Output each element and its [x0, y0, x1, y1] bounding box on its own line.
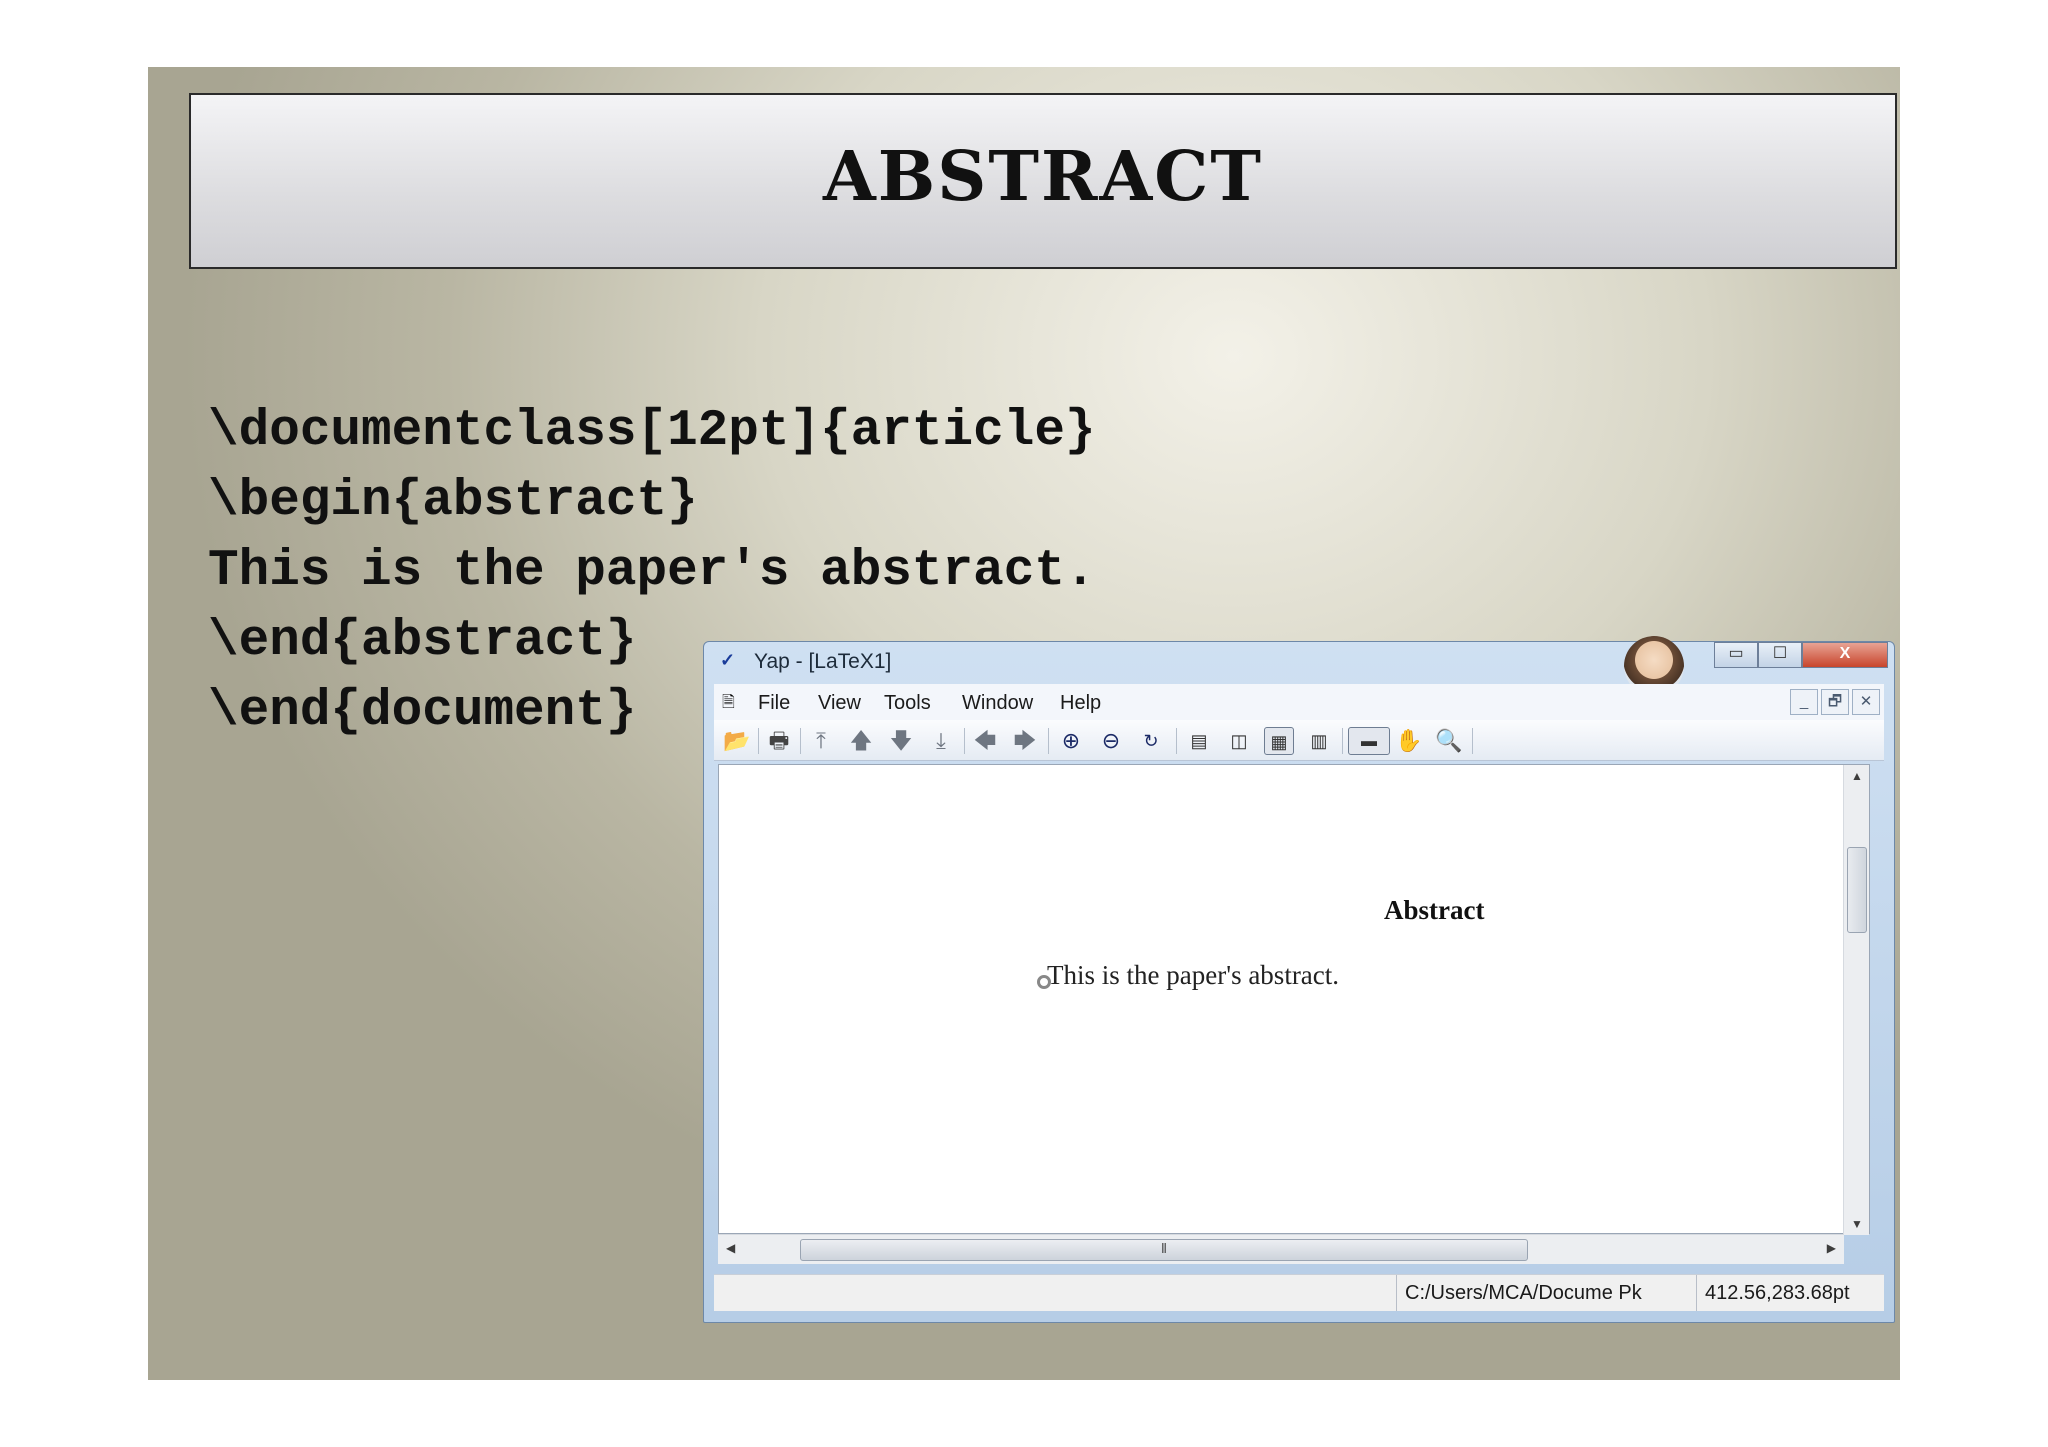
single-page-icon[interactable]: ▤ — [1184, 727, 1214, 755]
mdi-restore-button[interactable]: 🗗 — [1821, 689, 1849, 715]
previous-page-icon[interactable]: 🡅 — [846, 727, 876, 755]
magnifier-icon[interactable]: 🔍 — [1434, 727, 1464, 755]
scroll-left-arrow-icon[interactable]: ◀ — [726, 1241, 735, 1255]
toolbar-separator — [1342, 728, 1343, 754]
horizontal-scroll-thumb[interactable]: ⦀ — [800, 1239, 1528, 1261]
document-heading: Abstract — [1384, 895, 1485, 925]
status-path: C:/Users/MCA/Docume Pk — [1396, 1275, 1692, 1311]
scroll-up-arrow-icon[interactable]: ▲ — [1844, 769, 1870, 783]
window-controls: ▭ ☐ X — [1714, 642, 1888, 668]
open-folder-icon[interactable]: 📂 — [722, 727, 752, 755]
status-bar: C:/Users/MCA/Docume Pk 412.56,283.68pt — [714, 1274, 1884, 1311]
refresh-icon[interactable]: ↻ — [1136, 727, 1166, 755]
toolbar: 📂 🖶 ⤒ 🡅 🡇 ⤓ 🡄 🡆 ⊕ ⊖ ↻ ▤ ◫ ▦ ▥ ▬ ✋ 🔍 — [714, 720, 1884, 761]
window-title: Yap - [LaTeX1] — [754, 650, 892, 673]
double-page-icon[interactable]: ◫ — [1224, 727, 1254, 755]
minimize-button[interactable]: ▭ — [1714, 642, 1758, 668]
toolbar-separator — [800, 728, 801, 754]
menu-file[interactable]: File — [758, 692, 790, 715]
close-button[interactable]: X — [1802, 642, 1888, 668]
menu-help[interactable]: Help — [1060, 692, 1101, 715]
zoom-in-icon[interactable]: ⊕ — [1056, 727, 1086, 755]
title-bar[interactable]: ✓ Yap - [LaTeX1] ▭ ☐ X — [704, 636, 1894, 696]
ruler-icon[interactable]: ▬ — [1348, 727, 1390, 755]
document-body-text: This is the paper's abstract. — [1047, 960, 1340, 990]
toolbar-separator — [1472, 728, 1473, 754]
zoom-out-icon[interactable]: ⊖ — [1096, 727, 1126, 755]
yap-app-icon[interactable]: ✓ — [720, 650, 744, 672]
toolbar-separator — [964, 728, 965, 754]
mdi-controls: _ 🗗 ✕ — [1790, 689, 1880, 715]
back-icon[interactable]: 🡄 — [970, 727, 1000, 755]
forward-icon[interactable]: 🡆 — [1010, 727, 1040, 755]
status-coordinates: 412.56,283.68pt — [1696, 1275, 1864, 1311]
menu-bar: 🗎 File View Tools Window Help _ 🗗 ✕ — [714, 684, 1884, 721]
maximize-button[interactable]: ☐ — [1758, 642, 1802, 668]
hand-icon[interactable]: ✋ — [1394, 727, 1424, 755]
first-page-icon[interactable]: ⤒ — [806, 727, 836, 755]
toolbar-separator — [1048, 728, 1049, 754]
vertical-scrollbar[interactable]: ▲ ▼ — [1843, 765, 1869, 1235]
horizontal-scrollbar[interactable]: ◀ ⦀ ▶ — [718, 1234, 1844, 1264]
toolbar-separator — [758, 728, 759, 754]
slide-title: ABSTRACT — [823, 137, 1263, 217]
mdi-minimize-button[interactable]: _ — [1790, 689, 1818, 715]
continuous-page-icon[interactable]: ▦ — [1264, 727, 1294, 755]
mdi-close-button[interactable]: ✕ — [1852, 689, 1880, 715]
toolbar-separator — [1176, 728, 1177, 754]
scroll-down-arrow-icon[interactable]: ▼ — [1844, 1217, 1870, 1231]
code-line: \documentclass[12pt]{article} — [208, 403, 1096, 460]
menu-window[interactable]: Window — [962, 692, 1033, 715]
next-page-icon[interactable]: 🡇 — [886, 727, 916, 755]
continuous-double-icon[interactable]: ▥ — [1304, 727, 1334, 755]
scroll-right-arrow-icon[interactable]: ▶ — [1827, 1241, 1836, 1255]
document-view[interactable]: Abstract This is the paper's abstract. ▲… — [718, 764, 1870, 1235]
yap-window: ✓ Yap - [LaTeX1] ▭ ☐ X 🗎 File View Tools… — [703, 636, 1895, 1323]
menu-view[interactable]: View — [818, 692, 861, 715]
dvi-document-icon[interactable]: 🗎 — [722, 691, 748, 713]
menu-tools[interactable]: Tools — [884, 692, 931, 715]
code-line: \begin{abstract} — [208, 473, 698, 530]
print-icon[interactable]: 🖶 — [764, 727, 794, 755]
code-line: This is the paper's abstract. — [208, 543, 1096, 600]
slide-title-box: ABSTRACT — [189, 93, 1897, 269]
vertical-scroll-thumb[interactable] — [1847, 847, 1867, 933]
last-page-icon[interactable]: ⤓ — [926, 727, 956, 755]
